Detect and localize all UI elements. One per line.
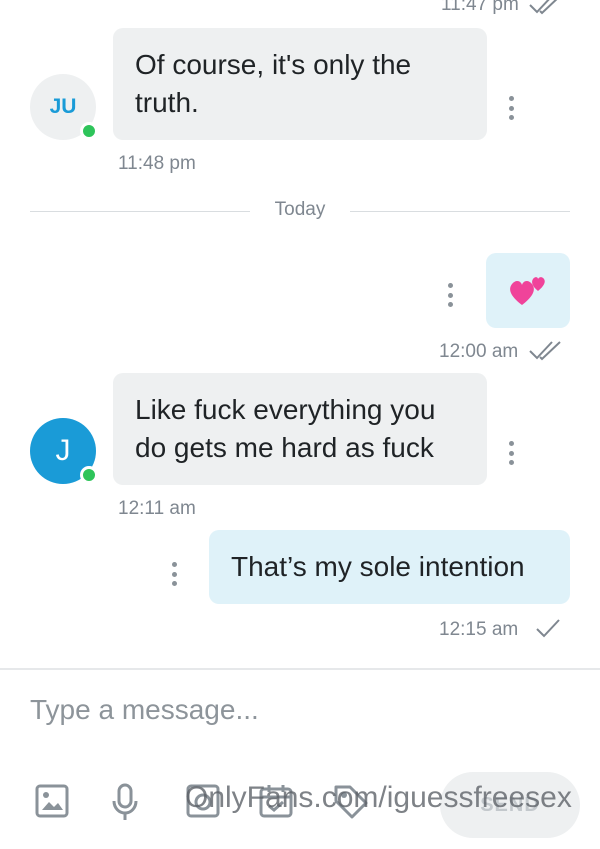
more-vert-icon[interactable]: [507, 441, 515, 465]
incoming-message-bubble[interactable]: Like fuck everything you do gets me hard…: [113, 373, 487, 485]
avatar[interactable]: JU: [30, 74, 98, 140]
watermark: OnlyFans.com/iguessfreesex: [185, 781, 572, 814]
microphone-icon[interactable]: [110, 783, 140, 821]
double-check-icon: [529, 341, 561, 361]
two-hearts-emoji: [510, 277, 545, 305]
message-text: That’s my sole intention: [231, 551, 525, 582]
message-time: 12:00 am: [439, 341, 519, 362]
message-time: 11:48 pm: [118, 153, 196, 174]
divider-line: [350, 211, 570, 212]
more-vert-icon[interactable]: [446, 283, 454, 307]
check-icon: [536, 619, 560, 638]
more-vert-icon[interactable]: [507, 96, 515, 120]
avatar-initials: JU: [49, 95, 77, 118]
message-time: 12:15 am: [439, 619, 519, 640]
online-status-indicator: [80, 466, 98, 484]
message-input[interactable]: Type a message...: [30, 694, 259, 726]
online-status-indicator: [80, 122, 98, 140]
avatar-initials: J: [55, 434, 71, 467]
composer-separator: [0, 668, 600, 670]
message-text-line: Like fuck everything you: [135, 394, 436, 425]
more-vert-icon[interactable]: [170, 562, 178, 586]
message-text-line: Of course, it's only the: [135, 49, 412, 80]
date-divider: Today: [274, 199, 326, 220]
image-icon[interactable]: [34, 783, 70, 819]
incoming-message-bubble[interactable]: Of course, it's only the truth.: [113, 28, 487, 140]
message-text-line: do gets me hard as fuck: [135, 432, 434, 463]
message-time: 12:11 am: [118, 498, 196, 519]
outgoing-message-bubble[interactable]: 💕: [486, 253, 570, 328]
message-text-line: truth.: [135, 87, 199, 118]
double-check-icon: [529, 0, 558, 15]
avatar[interactable]: J: [30, 418, 98, 484]
outgoing-message-bubble[interactable]: That’s my sole intention: [209, 530, 570, 604]
message-time: 11:47 pm: [441, 0, 519, 15]
